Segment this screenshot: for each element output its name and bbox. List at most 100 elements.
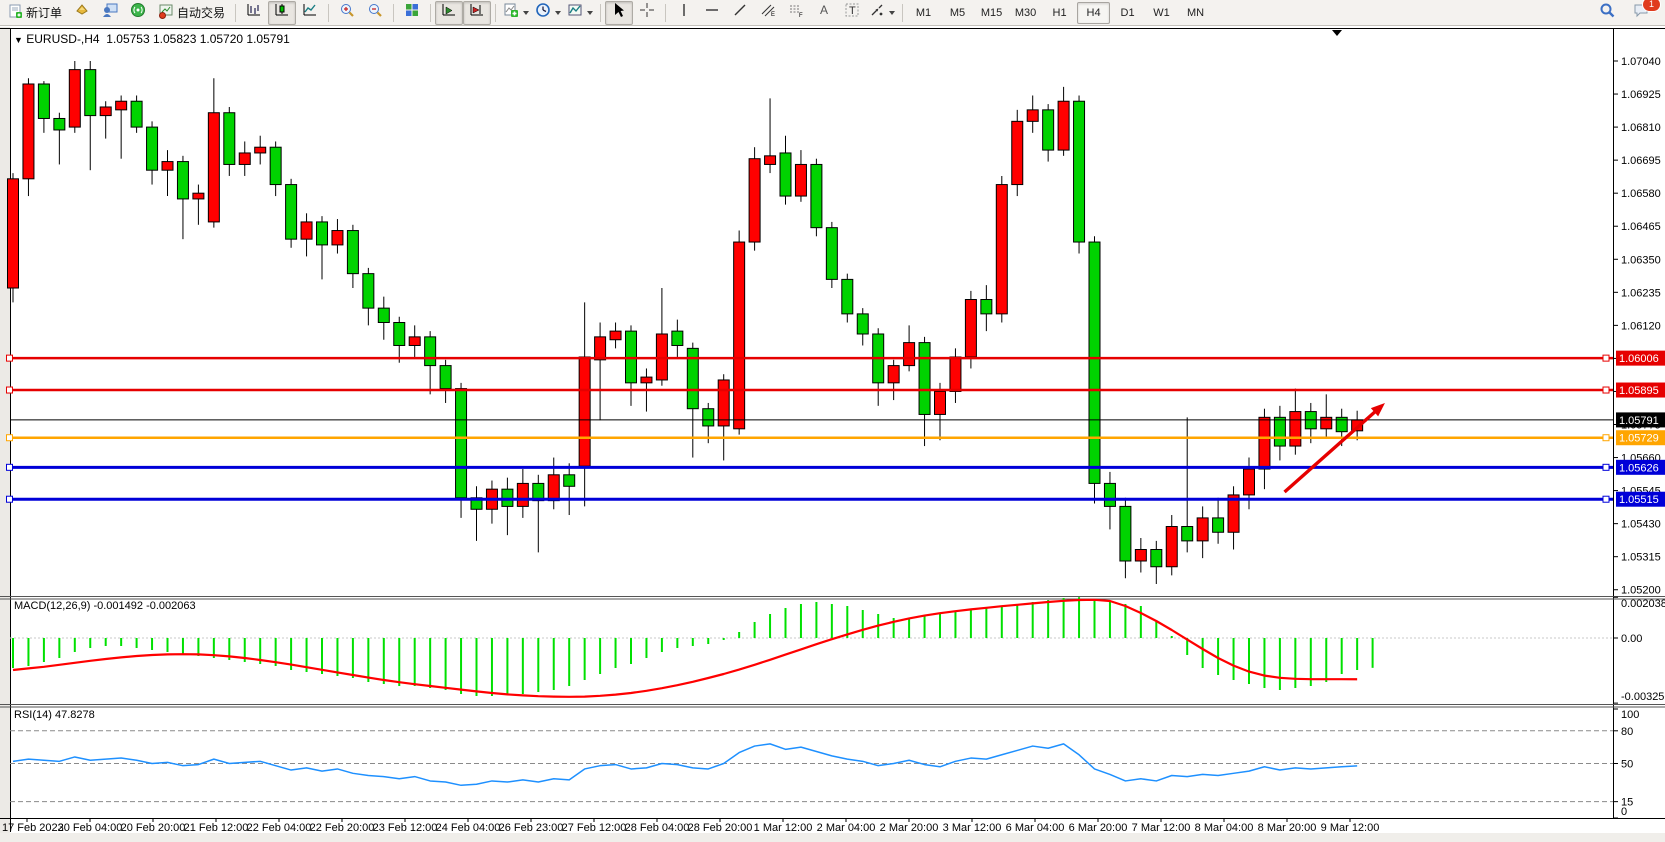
price-axis-label: 1.07040: [1621, 56, 1661, 68]
timeframe-M5[interactable]: M5: [941, 2, 974, 24]
indicators-lamp-icon: [74, 2, 90, 23]
macd-histogram-bar: [954, 612, 956, 638]
time-axis-label: 28 Feb 04:00: [625, 822, 690, 834]
candle: [193, 193, 204, 199]
candlestick-chart-button[interactable]: [268, 1, 296, 25]
tile-windows-button[interactable]: [398, 1, 426, 25]
candle: [100, 107, 111, 116]
timeframe-H4[interactable]: H4: [1077, 2, 1110, 24]
candle: [826, 228, 837, 280]
templates-button[interactable]: [564, 1, 596, 25]
periods-button[interactable]: [532, 1, 564, 25]
macd-histogram-bar: [1016, 604, 1018, 638]
price-axis-label: 1.06350: [1621, 254, 1661, 266]
macd-histogram-bar: [367, 638, 369, 682]
candle: [795, 164, 806, 196]
time-axis-label: 2 Mar 20:00: [880, 822, 939, 834]
macd-histogram-bar: [924, 616, 926, 638]
arrows-button[interactable]: [866, 1, 898, 25]
timeframe-toolbar: M1M5M15M30H1H4D1W1MN: [907, 2, 1212, 24]
fibonacci-button[interactable]: F: [782, 1, 810, 25]
arrows-icon: [869, 2, 885, 23]
chart-shift-button[interactable]: [463, 1, 491, 25]
notifications-button[interactable]: 1: [1627, 1, 1655, 25]
macd-histogram-bar: [1078, 597, 1080, 638]
candle: [425, 337, 436, 366]
text-button[interactable]: A: [810, 1, 838, 25]
candle: [1151, 550, 1162, 567]
fibonacci-icon: F: [788, 2, 804, 23]
line-chart-button[interactable]: [296, 1, 324, 25]
timeframe-M15[interactable]: M15: [975, 2, 1008, 24]
search-icon: [1599, 2, 1616, 24]
autotrading-button[interactable]: 自动交易: [152, 1, 231, 25]
vertical-line-button[interactable]: [670, 1, 698, 25]
candle: [347, 231, 358, 274]
macd-histogram-bar: [27, 638, 29, 666]
rsi-axis-label: 0: [1621, 806, 1627, 818]
candle: [1058, 101, 1069, 150]
bar-chart-icon: [246, 2, 262, 23]
zoom-in-button[interactable]: [333, 1, 361, 25]
chart-canvas[interactable]: 1.070401.069251.068101.066951.065801.064…: [0, 0, 1665, 842]
cursor-button[interactable]: [605, 1, 633, 25]
candle: [409, 337, 420, 346]
macd-histogram-bar: [738, 632, 740, 638]
equidistant-channel-button[interactable]: E: [754, 1, 782, 25]
line-handle[interactable]: [7, 496, 13, 502]
candle: [1244, 469, 1255, 495]
signals-button[interactable]: [124, 1, 152, 25]
macd-histogram-bar: [43, 638, 45, 662]
timeframe-W1[interactable]: W1: [1145, 2, 1178, 24]
line-handle[interactable]: [1603, 355, 1609, 361]
rsi-axis-label: 80: [1621, 726, 1633, 738]
candle: [734, 242, 745, 429]
search-button[interactable]: [1593, 1, 1621, 25]
macd-histogram-bar: [537, 638, 539, 692]
text-label-button[interactable]: T: [838, 1, 866, 25]
notification-badge: 1: [1642, 0, 1661, 12]
candle: [935, 391, 946, 414]
line-handle[interactable]: [1603, 496, 1609, 502]
timeframe-H1[interactable]: H1: [1043, 2, 1076, 24]
candle: [177, 162, 188, 199]
timeframe-MN[interactable]: MN: [1179, 2, 1212, 24]
rsi-axis-label: 50: [1621, 759, 1633, 771]
candle: [610, 331, 621, 340]
timeframe-M30[interactable]: M30: [1009, 2, 1042, 24]
line-handle[interactable]: [7, 464, 13, 470]
time-axis-label: 8 Mar 04:00: [1195, 822, 1254, 834]
macd-histogram-bar: [182, 638, 184, 654]
timeframe-D1[interactable]: D1: [1111, 2, 1144, 24]
bar-chart-button[interactable]: [240, 1, 268, 25]
line-handle[interactable]: [1603, 387, 1609, 393]
candle: [811, 164, 822, 227]
new-order-button[interactable]: 新订单: [2, 1, 68, 25]
candle: [904, 343, 915, 366]
crosshair-icon: [639, 2, 655, 23]
line-handle[interactable]: [7, 435, 13, 441]
line-handle[interactable]: [1603, 435, 1609, 441]
horizontal-line-button[interactable]: [698, 1, 726, 25]
line-handle[interactable]: [1603, 464, 1609, 470]
zoom-out-button[interactable]: [361, 1, 389, 25]
line-handle[interactable]: [7, 355, 13, 361]
experts-button[interactable]: [96, 1, 124, 25]
timeframe-M1[interactable]: M1: [907, 2, 940, 24]
rsi-axis-label: 100: [1621, 709, 1639, 721]
add-indicator-icon: [503, 2, 519, 23]
line-handle[interactable]: [7, 387, 13, 393]
auto-scroll-button[interactable]: [435, 1, 463, 25]
candle: [69, 70, 80, 127]
crosshair-button[interactable]: [633, 1, 661, 25]
trendline-button[interactable]: [726, 1, 754, 25]
add-indicator-button[interactable]: [500, 1, 532, 25]
toolbar-right-group: 1: [1593, 1, 1663, 25]
text-icon: A: [816, 2, 832, 23]
templates-icon: [567, 2, 583, 23]
macd-histogram-bar: [568, 638, 570, 686]
macd-histogram-bar: [383, 638, 385, 684]
candle: [270, 147, 281, 184]
indicators-lamp-button[interactable]: [68, 1, 96, 25]
toolbar-separator: [430, 4, 431, 22]
